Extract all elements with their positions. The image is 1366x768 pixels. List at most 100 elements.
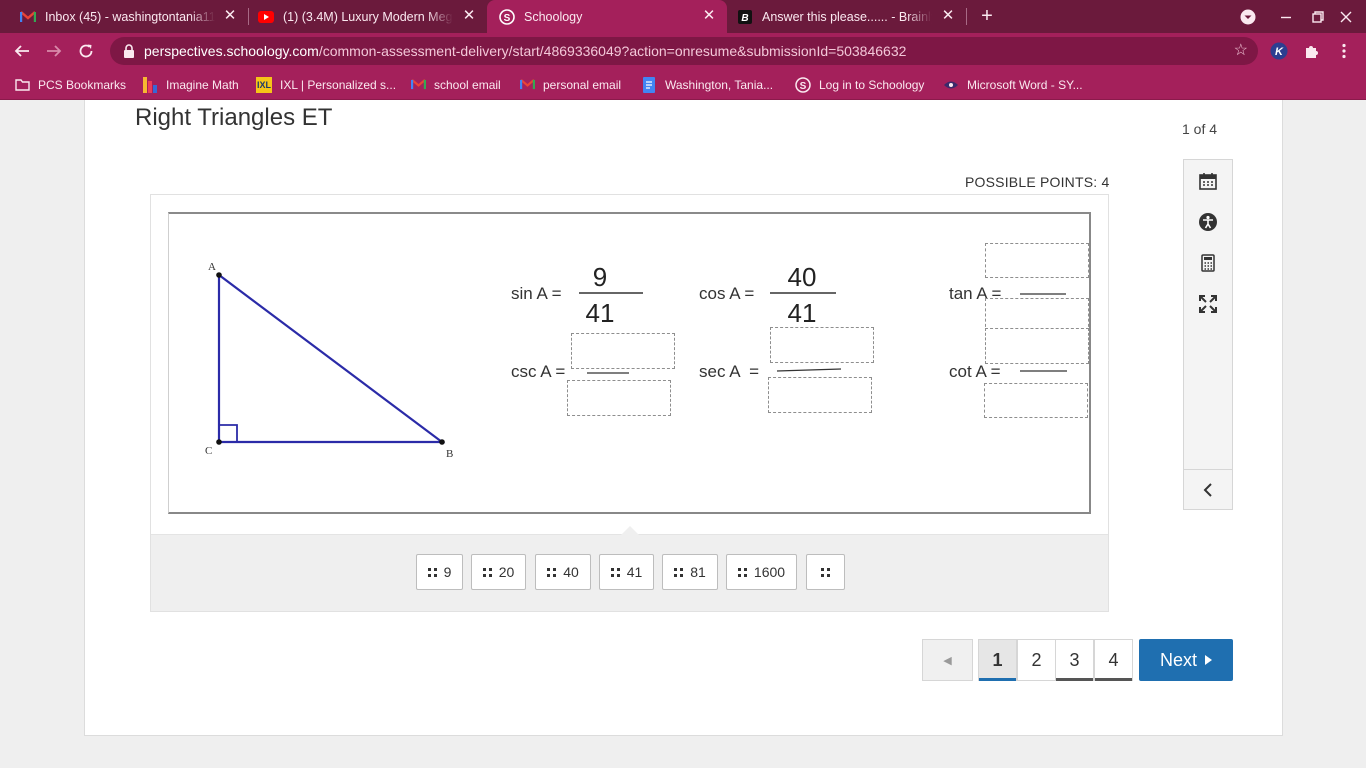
arrow-left-icon [14, 45, 29, 57]
minimize-button[interactable] [1269, 0, 1303, 33]
answer-chip[interactable]: 41 [599, 554, 654, 590]
dropzone-csc-denominator[interactable] [567, 380, 671, 416]
calendar-tool-button[interactable] [1196, 169, 1220, 193]
close-window-button[interactable] [1329, 0, 1363, 33]
bookmark-label: school email [434, 77, 501, 92]
question-box: A C B sin A = 9 41 cos A = 40 41 tan A = [150, 194, 1109, 612]
close-icon[interactable]: ✕ [940, 8, 956, 24]
sin-label: sin A = [511, 284, 562, 303]
extensions-puzzle-icon[interactable] [1303, 42, 1321, 60]
answer-chip-label: 1600 [753, 564, 786, 580]
accessibility-tool-button[interactable] [1196, 210, 1220, 234]
bookmark-washington-doc[interactable]: Washington, Tania... [641, 69, 773, 100]
close-icon[interactable]: ✕ [701, 8, 717, 24]
page-button-4[interactable]: 4 [1094, 639, 1133, 681]
extension-k-icon[interactable]: K [1270, 42, 1288, 60]
arrow-right-icon [47, 45, 62, 57]
vertex-label-b: B [446, 448, 453, 460]
collapse-tools-button[interactable] [1184, 469, 1232, 509]
tab-youtube[interactable]: (1) (3.4M) Luxury Modern Mega M ✕ [238, 0, 487, 33]
lock-icon[interactable] [122, 44, 136, 58]
bookmark-school-email[interactable]: school email [410, 69, 501, 100]
folder-icon [14, 77, 30, 93]
minimize-icon [1281, 16, 1291, 18]
new-tab-button[interactable]: + [976, 6, 998, 28]
dropzone-cot-numerator[interactable] [985, 328, 1089, 364]
tab-schoology[interactable]: S Schoology ✕ [487, 0, 727, 33]
dropzone-cot-denominator[interactable] [984, 383, 1088, 418]
back-button[interactable] [10, 39, 34, 63]
drag-handle-icon [547, 567, 557, 577]
close-icon[interactable]: ✕ [222, 8, 238, 24]
url-path: /common-assessment-delivery/start/486933… [318, 43, 907, 59]
bookmark-word-doc[interactable]: Microsoft Word - SY... [943, 69, 1083, 100]
schoology-icon: S [499, 8, 515, 25]
tab-title: Schoology [524, 9, 583, 24]
sec-fraction-bar [776, 368, 842, 372]
reload-button[interactable] [74, 39, 98, 63]
svg-text:K: K [1275, 46, 1284, 58]
fullscreen-tool-button[interactable] [1196, 292, 1220, 316]
bookmarks-bar: PCS Bookmarks Imagine Math IXL IXL | Per… [0, 69, 1366, 100]
bookmark-label: Log in to Schoology [819, 77, 925, 92]
page-viewport: Right Triangles ET 1 of 4 POSSIBLE POINT… [0, 100, 1366, 768]
bookmark-label: Imagine Math [166, 77, 239, 92]
page-number: 1 [992, 649, 1003, 670]
forward-button[interactable] [42, 39, 66, 63]
next-button[interactable]: Next [1139, 639, 1233, 681]
bookmark-label: Washington, Tania... [665, 77, 774, 92]
tab-search-button[interactable] [1231, 0, 1265, 33]
answer-chip[interactable]: 40 [535, 554, 591, 590]
tab-gmail[interactable]: Inbox (45) - washingtontania11@ ✕ [0, 0, 248, 33]
calendar-icon [1199, 173, 1217, 190]
page-number: 2 [1031, 649, 1042, 670]
dropzone-sec-numerator[interactable] [770, 327, 874, 363]
page-number: 3 [1069, 649, 1080, 670]
cos-label: cos A = [699, 284, 754, 303]
answer-chip[interactable]: 9 [416, 554, 463, 590]
answer-chip-label: 41 [626, 564, 643, 580]
bookmark-ixl[interactable]: IXL IXL | Personalized s... [256, 69, 396, 100]
bookmark-personal-email[interactable]: personal email [519, 69, 621, 100]
csc-label: csc A = [511, 362, 565, 381]
page-button-1[interactable]: 1 [978, 639, 1017, 681]
restore-icon [1312, 10, 1324, 23]
calculator-tool-button[interactable] [1196, 251, 1220, 275]
drag-handle-icon [610, 567, 620, 577]
answer-chip[interactable]: 20 [471, 554, 526, 590]
page-button-2[interactable]: 2 [1017, 639, 1056, 681]
cos-denominator: 41 [788, 298, 817, 328]
more-menu-icon[interactable] [1335, 42, 1353, 60]
dropzone-sec-denominator[interactable] [768, 377, 872, 413]
tab-brainly[interactable]: B Answer this please...... - Brainly.c ✕ [717, 0, 966, 33]
answer-chip[interactable] [806, 554, 845, 590]
dropzone-csc-numerator[interactable] [571, 333, 675, 369]
bookmark-schoology-login[interactable]: S Log in to Schoology [795, 69, 924, 100]
bookmark-pcs[interactable]: PCS Bookmarks [14, 69, 126, 100]
dropzone-tan-denominator[interactable] [985, 298, 1089, 332]
close-icon[interactable]: ✕ [461, 8, 477, 24]
answer-chip[interactable]: 81 [662, 554, 718, 590]
tools-panel [1183, 159, 1233, 510]
right-triangle: A C B [205, 261, 453, 460]
gmail-icon [20, 9, 36, 25]
tab-title: Answer this please...... - Brainly.c [762, 9, 932, 24]
drag-handle-icon [674, 567, 684, 577]
page-status-indicator [1056, 678, 1093, 681]
triangle-left-icon: ◀ [943, 654, 952, 667]
address-bar[interactable]: perspectives.schoology.com/common-assess… [110, 37, 1258, 65]
bookmark-imagine-math[interactable]: Imagine Math [142, 69, 239, 100]
bookmark-star-icon[interactable]: ☆ [1234, 43, 1248, 59]
page-button-3[interactable]: 3 [1055, 639, 1094, 681]
ixl-icon: IXL [256, 76, 272, 93]
browser-toolbar: perspectives.schoology.com/common-assess… [0, 33, 1366, 69]
sec-label: sec A = [699, 362, 759, 381]
answer-chip[interactable]: 1600 [726, 554, 797, 590]
dropzone-tan-numerator[interactable] [985, 243, 1089, 278]
previous-page-button[interactable]: ◀ [922, 639, 973, 681]
tab-title: Inbox (45) - washingtontania11@ [45, 9, 215, 24]
reload-icon [79, 44, 93, 58]
brainly-icon: B [737, 9, 753, 25]
eye-icon [943, 77, 959, 93]
calculator-icon [1201, 254, 1215, 272]
